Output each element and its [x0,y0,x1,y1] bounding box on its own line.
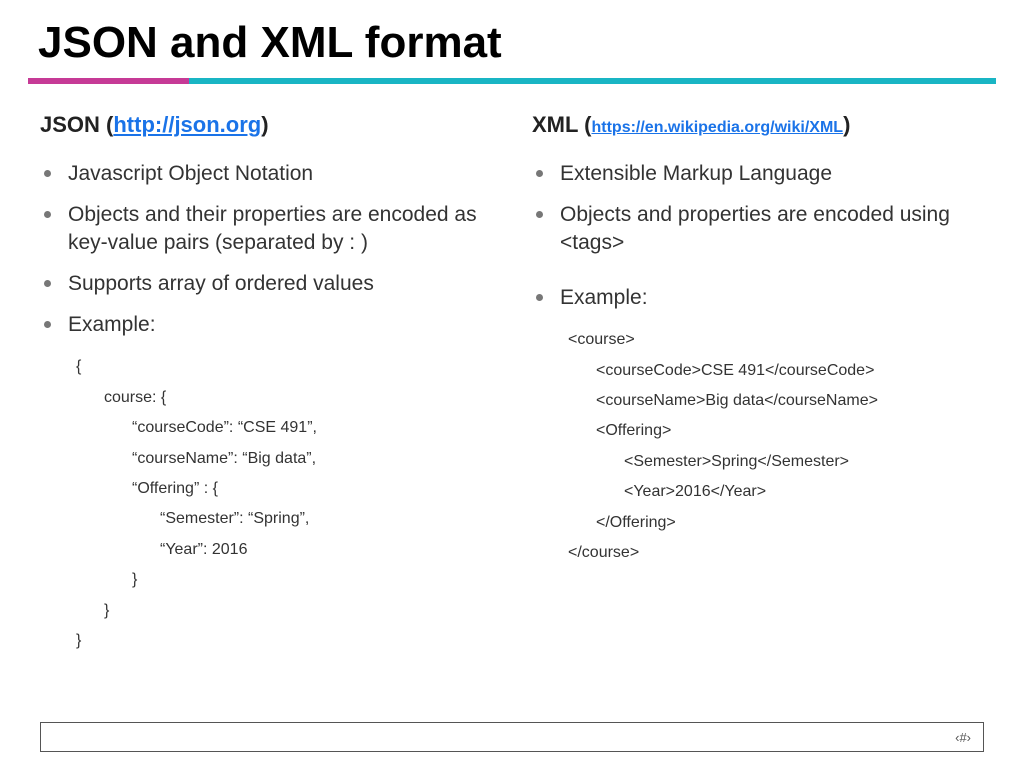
json-link[interactable]: http://json.org [113,112,261,137]
slide-title: JSON and XML format [0,0,1024,78]
xml-heading-suffix: ) [843,112,850,137]
list-item: Supports array of ordered values [44,270,492,297]
xml-column: XML (https://en.wikipedia.org/wiki/XML) … [532,112,984,656]
code-line: course: { [76,383,492,413]
list-item: Extensible Markup Language [536,160,984,187]
code-line: “Semester”: “Spring”, [76,504,492,534]
code-line: <courseCode>CSE 491</courseCode> [568,356,984,386]
json-code-example: { course: { “courseCode”: “CSE 491”, “co… [40,352,492,656]
xml-bullets: Extensible Markup Language Objects and p… [532,160,984,311]
xml-heading-prefix: XML ( [532,112,591,137]
xml-code-example: <course> <courseCode>CSE 491</courseCode… [532,325,984,568]
json-heading-prefix: JSON ( [40,112,113,137]
code-line: </Offering> [568,508,984,538]
code-line: { [76,352,492,382]
list-item: Objects and properties are encoded using… [536,201,984,256]
list-item: Objects and their properties are encoded… [44,201,492,256]
code-line: <course> [568,325,984,355]
content-columns: JSON (http://json.org) Javascript Object… [0,84,1024,656]
code-line: “courseName”: “Big data”, [76,444,492,474]
code-line: <Offering> [568,416,984,446]
code-line: } [76,626,492,656]
code-line: “courseCode”: “CSE 491”, [76,413,492,443]
json-heading: JSON (http://json.org) [40,112,492,138]
code-line: } [76,596,492,626]
code-line: “Offering” : { [76,474,492,504]
list-item: Javascript Object Notation [44,160,492,187]
code-line: } [76,565,492,595]
json-bullets: Javascript Object Notation Objects and t… [40,160,492,338]
code-line: “Year”: 2016 [76,535,492,565]
code-line: <Year>2016</Year> [568,477,984,507]
json-heading-suffix: ) [261,112,268,137]
footer-box: ‹#› [40,722,984,752]
list-item: Example: [44,311,492,338]
code-line: </course> [568,538,984,568]
xml-link[interactable]: https://en.wikipedia.org/wiki/XML [591,119,843,136]
code-line: <Semester>Spring</Semester> [568,447,984,477]
json-column: JSON (http://json.org) Javascript Object… [40,112,492,656]
page-indicator: ‹#› [955,730,971,745]
title-divider [28,78,996,84]
xml-heading: XML (https://en.wikipedia.org/wiki/XML) [532,112,984,138]
code-line: <courseName>Big data</courseName> [568,386,984,416]
list-item: Example: [536,284,984,311]
